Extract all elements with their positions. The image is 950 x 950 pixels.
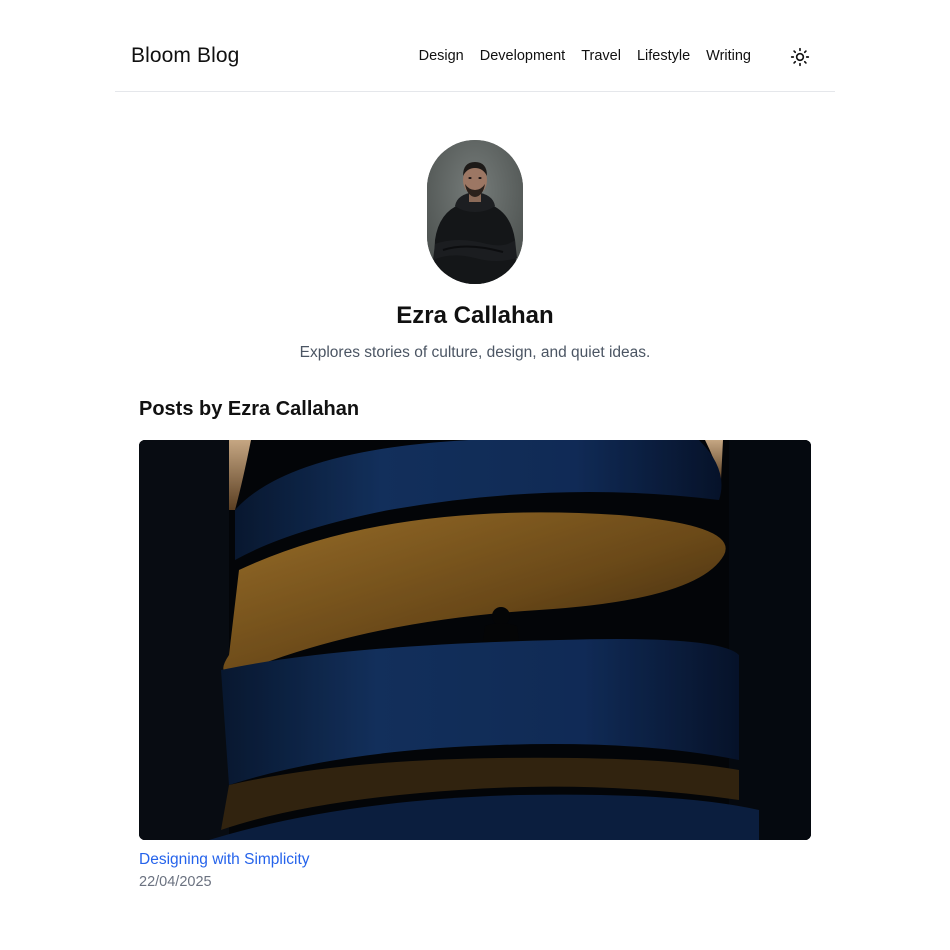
nav-item-writing[interactable]: Writing <box>706 48 751 64</box>
sun-icon <box>790 47 810 67</box>
author-avatar <box>427 140 523 284</box>
site-header: Bloom Blog Design Development Travel Lif… <box>115 0 835 92</box>
site-logo[interactable]: Bloom Blog <box>131 44 239 68</box>
author-name: Ezra Callahan <box>396 302 554 329</box>
post-card: Designing with Simplicity 22/04/2025 <box>139 440 811 890</box>
nav-item-lifestyle[interactable]: Lifestyle <box>637 48 690 64</box>
posts-heading: Posts by Ezra Callahan <box>139 398 360 420</box>
post-date: 22/04/2025 <box>139 874 212 890</box>
spiral-staircase-image <box>139 440 811 840</box>
post-title-link[interactable]: Designing with Simplicity <box>139 851 811 869</box>
main-nav: Design Development Travel Lifestyle Writ… <box>419 48 751 64</box>
author-profile: Ezra Callahan Explores stories of cultur… <box>0 140 950 362</box>
nav-item-design[interactable]: Design <box>419 48 464 64</box>
author-portrait-image <box>427 140 523 284</box>
post-cover-image[interactable] <box>139 440 811 840</box>
nav-item-development[interactable]: Development <box>480 48 565 64</box>
nav-item-travel[interactable]: Travel <box>581 48 621 64</box>
theme-toggle-button[interactable] <box>789 46 811 68</box>
author-bio: Explores stories of culture, design, and… <box>299 344 651 361</box>
